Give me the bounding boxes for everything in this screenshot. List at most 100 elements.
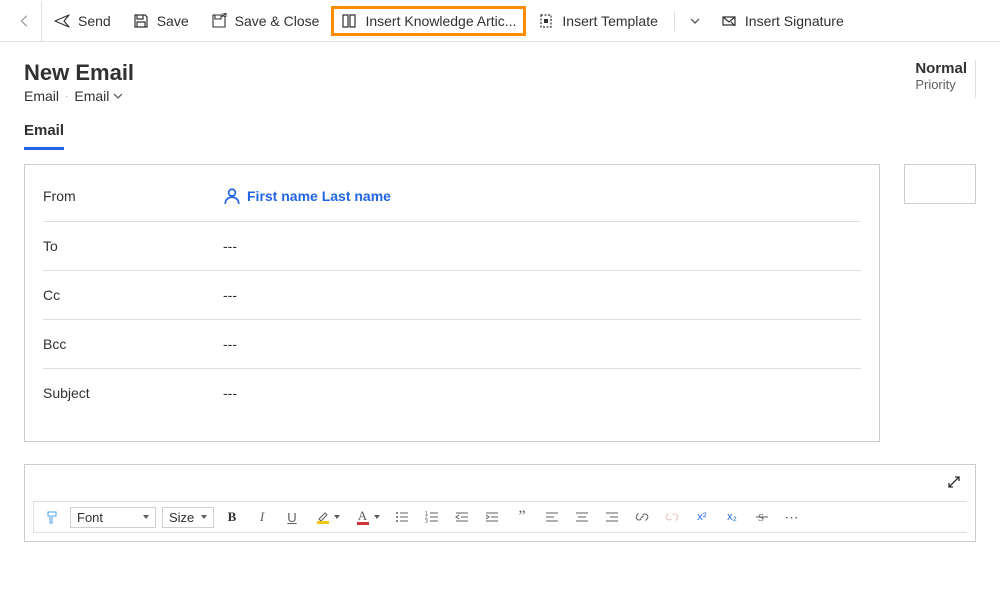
save-icon — [133, 13, 149, 29]
align-left-button[interactable] — [540, 506, 564, 528]
unlink-button[interactable] — [660, 506, 684, 528]
person-icon — [223, 187, 241, 205]
insert-signature-button[interactable]: Insert Signature — [711, 7, 854, 35]
align-right-icon — [605, 511, 619, 523]
breadcrumb-form-selector[interactable]: Email — [74, 88, 123, 104]
template-icon — [538, 13, 554, 29]
send-button[interactable]: Send — [44, 7, 121, 35]
blockquote-button[interactable]: ” — [510, 506, 534, 528]
send-label: Send — [78, 13, 111, 29]
editor-toolbar: Font Size B I U A 123 — [33, 501, 967, 533]
breadcrumb: Email · Email — [24, 88, 134, 104]
to-row: To --- — [43, 222, 861, 271]
from-field[interactable]: First name Last name — [223, 187, 861, 205]
bcc-label: Bcc — [43, 336, 223, 352]
header-left: New Email Email · Email — [24, 60, 134, 104]
dropdown-caret-icon — [143, 515, 149, 519]
svg-text:3: 3 — [425, 519, 428, 523]
highlight-color-button[interactable] — [310, 506, 344, 528]
priority-label: Priority — [915, 77, 967, 92]
rich-text-editor: Font Size B I U A 123 — [24, 464, 976, 542]
to-label: To — [43, 238, 223, 254]
align-center-button[interactable] — [570, 506, 594, 528]
to-field[interactable]: --- — [223, 238, 861, 254]
template-dropdown-button[interactable] — [681, 9, 709, 33]
form-content: From First name Last name To --- Cc --- … — [0, 150, 1000, 442]
signature-icon — [721, 13, 737, 29]
bold-button[interactable]: B — [220, 506, 244, 528]
subject-field[interactable]: --- — [223, 385, 861, 401]
indent-icon — [485, 511, 499, 523]
expand-editor-button[interactable] — [947, 475, 961, 489]
side-panel[interactable] — [904, 164, 976, 204]
cc-row: Cc --- — [43, 271, 861, 320]
strikethrough-icon: S — [755, 511, 769, 523]
highlight-icon — [315, 511, 331, 524]
italic-button[interactable]: I — [250, 506, 274, 528]
save-button[interactable]: Save — [123, 7, 199, 35]
format-painter-button[interactable] — [40, 506, 64, 528]
font-color-icon: A — [355, 510, 371, 525]
from-value-text: First name Last name — [247, 188, 391, 204]
breadcrumb-form-label: Email — [74, 88, 109, 104]
font-selector-label: Font — [77, 510, 103, 525]
superscript-button[interactable]: x² — [690, 506, 714, 528]
number-list-button[interactable]: 123 — [420, 506, 444, 528]
align-left-icon — [545, 511, 559, 523]
from-row: From First name Last name — [43, 171, 861, 222]
chevron-down-icon — [689, 15, 701, 27]
save-close-button[interactable]: Save & Close — [201, 7, 330, 35]
chevron-down-icon — [113, 91, 123, 101]
email-form-panel: From First name Last name To --- Cc --- … — [24, 164, 880, 442]
cc-label: Cc — [43, 287, 223, 303]
subject-row: Subject --- — [43, 369, 861, 417]
tab-email[interactable]: Email — [24, 122, 64, 150]
link-button[interactable] — [630, 506, 654, 528]
font-selector[interactable]: Font — [70, 507, 156, 528]
underline-button[interactable]: U — [280, 506, 304, 528]
bullet-list-button[interactable] — [390, 506, 414, 528]
size-selector-label: Size — [169, 510, 194, 525]
bullet-list-icon — [395, 511, 409, 523]
subject-label: Subject — [43, 385, 223, 401]
expand-icon — [947, 475, 961, 489]
align-right-button[interactable] — [600, 506, 624, 528]
back-button[interactable] — [8, 1, 42, 41]
strikethrough-button[interactable]: S — [750, 506, 774, 528]
book-icon — [341, 13, 357, 29]
page-header: New Email Email · Email Normal Priority — [0, 42, 1000, 104]
dropdown-caret-icon — [334, 515, 340, 519]
save-close-icon — [211, 13, 227, 29]
size-selector[interactable]: Size — [162, 507, 214, 528]
priority-field[interactable]: Normal Priority — [905, 60, 976, 98]
dropdown-caret-icon — [374, 515, 380, 519]
align-center-icon — [575, 511, 589, 523]
page-title: New Email — [24, 60, 134, 86]
subscript-button[interactable]: x₂ — [720, 506, 744, 528]
font-color-button[interactable]: A — [350, 506, 384, 528]
outdent-icon — [455, 511, 469, 523]
save-close-label: Save & Close — [235, 13, 320, 29]
insert-knowledge-label: Insert Knowledge Artic... — [365, 13, 516, 29]
more-formatting-button[interactable]: ⋯ — [780, 506, 804, 528]
indent-button[interactable] — [480, 506, 504, 528]
insert-template-button[interactable]: Insert Template — [528, 7, 667, 35]
bcc-field[interactable]: --- — [223, 336, 861, 352]
save-label: Save — [157, 13, 189, 29]
send-icon — [54, 13, 70, 29]
bcc-row: Bcc --- — [43, 320, 861, 369]
link-icon — [635, 511, 649, 523]
back-arrow-icon — [18, 14, 32, 28]
number-list-icon: 123 — [425, 511, 439, 523]
dropdown-caret-icon — [201, 515, 207, 519]
command-bar: Send Save Save & Close Insert Knowledge … — [0, 0, 1000, 42]
breadcrumb-separator: · — [65, 91, 68, 102]
paintbrush-icon — [45, 510, 59, 524]
insert-signature-label: Insert Signature — [745, 13, 844, 29]
cc-field[interactable]: --- — [223, 287, 861, 303]
from-label: From — [43, 188, 223, 204]
insert-knowledge-button[interactable]: Insert Knowledge Artic... — [331, 6, 526, 36]
breadcrumb-entity: Email — [24, 88, 59, 104]
unlink-icon — [665, 511, 679, 523]
outdent-button[interactable] — [450, 506, 474, 528]
